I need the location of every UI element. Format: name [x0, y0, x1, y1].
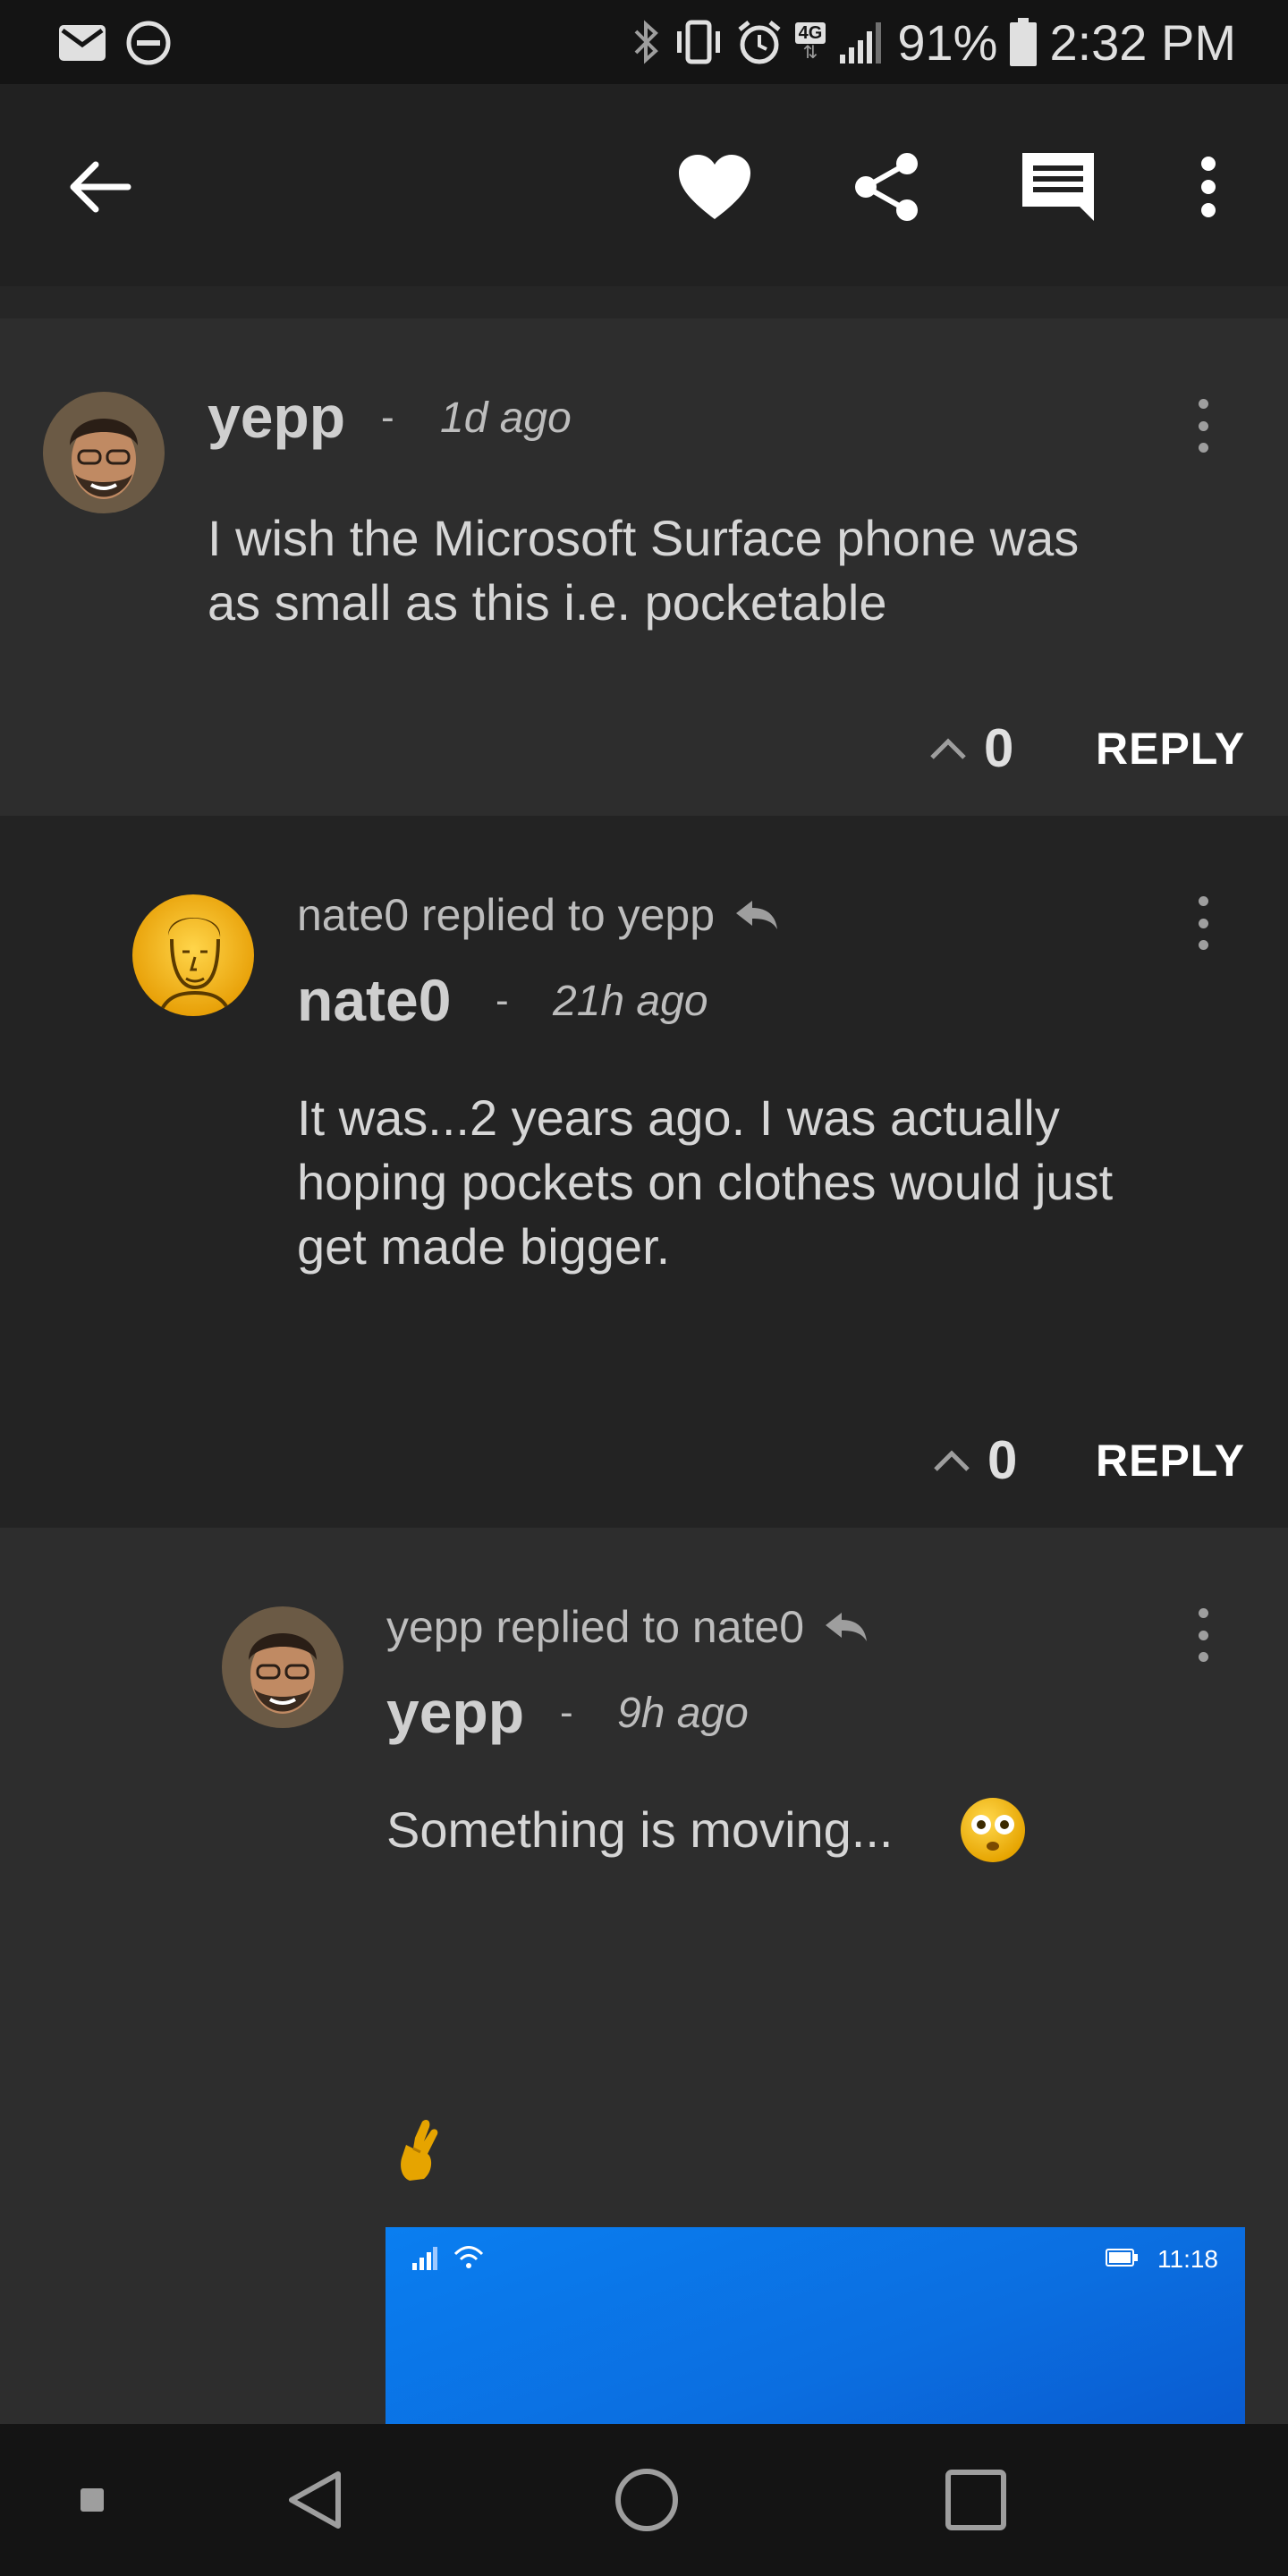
comment-line: Something is moving... — [386, 1801, 894, 1858]
overflow-menu-icon — [1201, 157, 1216, 217]
comment-line: I wish the Microsoft Surface phone was — [208, 510, 1080, 566]
clock: 2:32 PM — [1049, 13, 1236, 71]
embedded-time: 11:18 — [1157, 2245, 1218, 2273]
comment-line: get made bigger. — [297, 1218, 671, 1275]
battery-icon — [1010, 18, 1038, 66]
comment-options-button[interactable] — [1190, 1608, 1216, 1662]
dot-icon — [1198, 399, 1208, 409]
replied-to-text[interactable]: nate0 replied to yepp — [297, 889, 715, 941]
vote-count: 0 — [987, 1430, 1018, 1490]
signal-icon — [840, 22, 882, 64]
status-right-icons: 4G ⇅ 91% 2:32 PM — [631, 13, 1236, 72]
app-bar — [0, 84, 1288, 318]
dot-icon — [1198, 940, 1208, 950]
back-arrow-icon — [70, 161, 131, 213]
alarm-icon — [738, 21, 781, 64]
comment-options-button[interactable] — [1190, 399, 1216, 453]
reply-arrow-icon — [826, 1613, 868, 1641]
favorite-button[interactable] — [674, 147, 755, 227]
dot-icon — [1198, 420, 1208, 431]
vote-count: 0 — [984, 718, 1014, 778]
dot-icon — [1198, 1630, 1208, 1640]
vibrate-icon — [676, 20, 720, 64]
avatar[interactable] — [222, 1606, 343, 1728]
comments-button[interactable] — [1018, 147, 1098, 227]
upvote-control[interactable]: 0 — [932, 1429, 1017, 1491]
share-icon — [855, 153, 918, 221]
separator: - — [496, 979, 509, 1022]
email-icon — [59, 25, 106, 61]
crossed-fingers-emoji-icon — [401, 2120, 438, 2181]
dot-icon — [1198, 896, 1208, 906]
comment-line: hoping pockets on clothes would just — [297, 1154, 1114, 1210]
overflow-menu-button[interactable] — [1168, 147, 1249, 227]
back-button[interactable] — [59, 147, 140, 227]
separator: - — [560, 1690, 573, 1734]
upvote-chevron-icon — [934, 1449, 970, 1471]
network-badge: 4G — [794, 22, 826, 44]
dot-icon — [1198, 918, 1208, 928]
avatar[interactable] — [132, 894, 254, 1016]
flushed-face-emoji-icon — [961, 1798, 1025, 1862]
reply-button[interactable]: REPLY — [1096, 723, 1245, 775]
nav-back-button[interactable] — [275, 2460, 356, 2540]
home-button[interactable] — [606, 2460, 687, 2540]
overview-button[interactable] — [936, 2460, 1016, 2540]
reply-arrow-icon — [736, 901, 778, 929]
lte-icon: 4G ⇅ — [794, 22, 826, 62]
avatar[interactable] — [43, 392, 165, 513]
upvote-control[interactable]: 0 — [928, 717, 1013, 779]
comment-author[interactable]: nate0 — [297, 966, 451, 1034]
bluetooth-icon — [634, 20, 658, 64]
status-bar: 4G ⇅ 91% 2:32 PM — [0, 0, 1288, 84]
comment-line: as small as this i.e. pocketable — [208, 574, 887, 631]
comment-options-button[interactable] — [1190, 896, 1216, 950]
wifi-icon — [453, 2246, 484, 2268]
comment-time: 21h ago — [553, 978, 708, 1025]
comment-author[interactable]: yepp — [386, 1678, 524, 1746]
app-bar-shadow — [0, 286, 1288, 318]
back-triangle-icon — [289, 2471, 341, 2529]
comment-time: 1d ago — [440, 394, 572, 442]
heart-icon — [679, 155, 750, 219]
replied-to-text[interactable]: yepp replied to nate0 — [386, 1601, 804, 1653]
recents-dot-icon — [80, 2488, 104, 2512]
share-button[interactable] — [846, 147, 927, 227]
comment-author[interactable]: yepp — [208, 383, 345, 451]
upvote-chevron-icon — [930, 737, 966, 759]
recents-dot-button[interactable] — [52, 2460, 132, 2540]
status-left-icons — [59, 18, 172, 68]
comment: yepp - 1d ago I wish the Microsoft Surfa… — [0, 318, 1288, 816]
comment-line: It was...2 years ago. I was actually — [297, 1089, 1060, 1146]
battery-icon — [1106, 2249, 1138, 2267]
signal-icon — [412, 2247, 437, 2270]
comment-body: It was...2 years ago. I was actually hop… — [297, 1086, 1113, 1279]
comment-body: Something is moving... — [386, 1798, 893, 1862]
comment-icon — [1022, 153, 1094, 221]
navigation-bar — [0, 2424, 1288, 2576]
dot-icon — [1198, 1652, 1208, 1662]
replied-to-line: yepp replied to nate0 — [386, 1601, 869, 1653]
do-not-disturb-icon — [126, 21, 171, 65]
comment-time: 9h ago — [617, 1690, 749, 1737]
reply-button[interactable]: REPLY — [1096, 1435, 1245, 1487]
comment: nate0 replied to yepp nate0 - 21h ago It… — [0, 816, 1288, 1528]
home-circle-icon — [615, 2469, 678, 2531]
dot-icon — [1198, 443, 1208, 453]
replied-to-line: nate0 replied to yepp — [297, 889, 779, 941]
battery-percent: 91% — [897, 13, 998, 71]
comment-body: I wish the Microsoft Surface phone was a… — [208, 506, 1079, 635]
separator: - — [381, 395, 394, 439]
overview-square-icon — [945, 2470, 1006, 2530]
embedded-image[interactable]: 11:18 — [386, 2227, 1245, 2424]
dot-icon — [1198, 1608, 1208, 1618]
